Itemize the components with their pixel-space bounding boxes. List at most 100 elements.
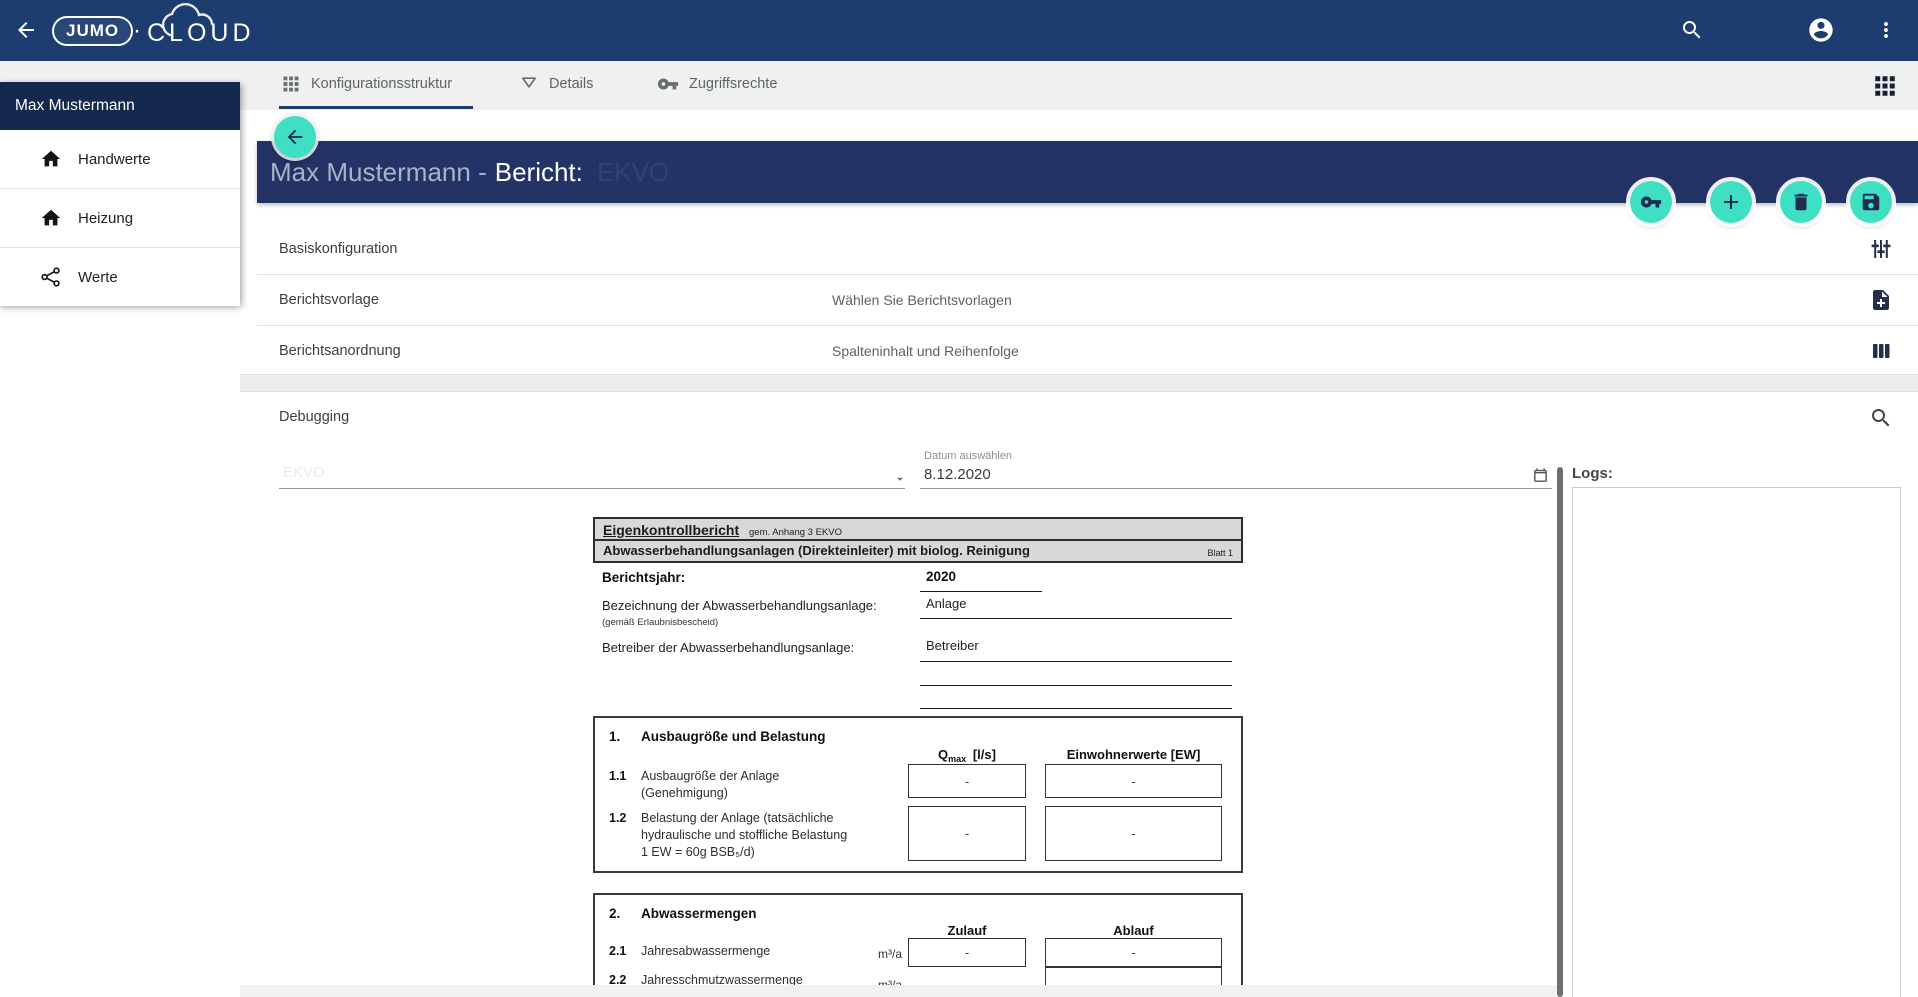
calendar-icon[interactable] [1532, 467, 1549, 484]
report-underline [920, 591, 1042, 592]
sidebar-item-label: Heizung [78, 210, 133, 227]
banner-title-main: Bericht: [495, 157, 583, 188]
tab-zugriffsrechte[interactable]: Zugriffsrechte [657, 61, 777, 107]
report-header-box: Eigenkontrollbericht gem. Anhang 3 EKVO … [593, 517, 1243, 563]
section2-row1-ablauf-cell: - [1045, 938, 1222, 967]
report-plant-name-note: (gemäß Erlaubnisbescheid) [602, 617, 718, 628]
search-icon[interactable] [1869, 406, 1893, 430]
config-row-value: Wählen Sie Berichtsvorlagen [832, 275, 1012, 325]
plus-icon [1719, 190, 1743, 214]
report-header-line1: Eigenkontrollbericht gem. Anhang 3 EKVO [595, 519, 1241, 539]
row-1-2-label-line1: Belastung der Anlage (tatsächliche [641, 811, 834, 825]
row-1-2-label-line2: hydraulische und stoffliche Belastung [641, 828, 847, 842]
report-subtitle: Abwasserbehandlungsanlagen (Direkteinlei… [603, 543, 1030, 558]
cell-value: - [965, 945, 969, 960]
view-column-icon[interactable] [1869, 339, 1893, 368]
debugging-section-title: Debugging [279, 404, 349, 430]
row-1-1-label-line2: (Genehmigung) [641, 786, 728, 800]
tab-konfigurationsstruktur[interactable]: Konfigurationsstruktur [281, 61, 452, 107]
cell-value: - [1131, 826, 1135, 841]
config-row-basiskonfiguration[interactable]: Basiskonfiguration [257, 224, 1918, 274]
jumo-logo-text: JUMO [66, 21, 119, 41]
more-vert-icon[interactable] [1874, 18, 1898, 42]
section-gap [240, 374, 1918, 392]
chevron-down-icon[interactable] [893, 472, 907, 486]
logs-output-box [1572, 487, 1901, 997]
note-add-icon[interactable] [1869, 288, 1893, 317]
search-icon[interactable] [1680, 18, 1704, 42]
report-plant-name-value: Anlage [926, 596, 966, 611]
section1-number: 1. [609, 729, 620, 744]
cell-value: - [1131, 945, 1135, 960]
access-rights-fab-button[interactable] [1630, 181, 1672, 223]
sidebar-header: Max Mustermann [0, 82, 240, 130]
sidebar-header-label: Max Mustermann [15, 97, 135, 115]
row-2-1-label: Jahresabwassermenge [641, 944, 770, 958]
jumo-cloud-app: JUMO · CLOUD Konfigurationsstruktur Deta… [0, 0, 1918, 997]
date-underline[interactable] [920, 488, 1552, 489]
report-sheet-number: Blatt 1 [1207, 548, 1233, 558]
logs-label: Logs: [1572, 465, 1613, 482]
banner-title-prefix: Max Mustermann - [270, 157, 487, 188]
qmax-unit: [l/s] [973, 747, 996, 762]
tab-details[interactable]: Details [519, 61, 593, 107]
sidebar-item-heizung[interactable]: Heizung [0, 189, 240, 248]
row-2-1-unit: m³/a [858, 947, 902, 961]
sidebar-item-label: Handwerte [78, 151, 151, 168]
report-year-label: Berichtsjahr: [602, 570, 685, 585]
home-icon [40, 148, 62, 170]
report-title: Eigenkontrollbericht [603, 522, 739, 538]
logo-separator: · [133, 17, 141, 45]
back-arrow-icon[interactable] [14, 18, 38, 42]
cell-value: - [965, 826, 969, 841]
active-tab-indicator [279, 106, 473, 109]
save-fab-button[interactable] [1850, 181, 1892, 223]
tab-label: Details [549, 76, 593, 92]
tab-label: Konfigurationsstruktur [311, 76, 452, 92]
tune-icon[interactable] [1869, 237, 1893, 266]
back-fab-button[interactable] [274, 116, 316, 158]
row-1-1-number: 1.1 [609, 769, 626, 783]
config-row-berichtsvorlage[interactable]: Berichtsvorlage Wählen Sie Berichtsvorla… [257, 275, 1918, 325]
section1-row1-ew-cell: - [1045, 764, 1222, 798]
row-1-2-label-line3: 1 EW = 60g BSB₅/d) [641, 845, 755, 859]
report-plant-name-label: Bezeichnung der Abwasserbehandlungsanlag… [602, 598, 877, 613]
section1-title: Ausbaugröße und Belastung [641, 729, 826, 744]
tab-label: Zugriffsrechte [689, 76, 777, 92]
date-field-label: Datum auswählen [924, 450, 1012, 462]
row-2-1-number: 2.1 [609, 944, 626, 958]
delete-fab-button[interactable] [1780, 181, 1822, 223]
share-icon [40, 266, 62, 288]
qmax-base: Q [938, 747, 948, 762]
jumo-logo: JUMO [52, 16, 133, 46]
report-underline [920, 708, 1232, 709]
section1-row1-zulauf-cell: - [908, 764, 1026, 798]
section1-col1-header: Qmax [l/s] [908, 747, 1026, 764]
apps-grid-icon[interactable] [1872, 73, 1898, 99]
row-1-1-label-line1: Ausbaugröße der Anlage [641, 769, 779, 783]
section2-col2-header: Ablauf [1045, 923, 1222, 938]
vertical-scrollbar[interactable] [1557, 467, 1563, 997]
config-row-label: Berichtsvorlage [279, 275, 379, 325]
select-underline[interactable] [279, 488, 905, 489]
report-operator-value: Betreiber [926, 638, 979, 653]
config-row-berichtsanordnung[interactable]: Berichtsanordnung Spalteninhalt und Reih… [257, 326, 1918, 376]
sidebar-item-handwerte[interactable]: Handwerte [0, 130, 240, 189]
cell-value: - [1131, 774, 1135, 789]
section1-row2-ew-cell: - [1045, 806, 1222, 861]
report-type-select-value[interactable]: EKVO [283, 464, 325, 481]
config-row-value: Spalteninhalt und Reihenfolge [832, 326, 1019, 376]
account-circle-icon[interactable] [1807, 16, 1835, 44]
row-1-2-number: 1.2 [609, 811, 626, 825]
qmax-sub: max [948, 754, 966, 764]
sidebar-item-label: Werte [78, 269, 118, 286]
horizontal-scroll-track[interactable] [240, 985, 1557, 997]
date-field-value[interactable]: 8.12.2020 [924, 466, 991, 483]
config-row-label: Basiskonfiguration [279, 224, 398, 274]
section2-title: Abwassermengen [641, 906, 757, 921]
sidebar-item-werte[interactable]: Werte [0, 248, 240, 306]
key-icon [1640, 191, 1662, 213]
add-fab-button[interactable] [1710, 181, 1752, 223]
section2-row1-zulauf-cell: - [908, 938, 1026, 967]
section1-row2-zulauf-cell: - [908, 806, 1026, 861]
